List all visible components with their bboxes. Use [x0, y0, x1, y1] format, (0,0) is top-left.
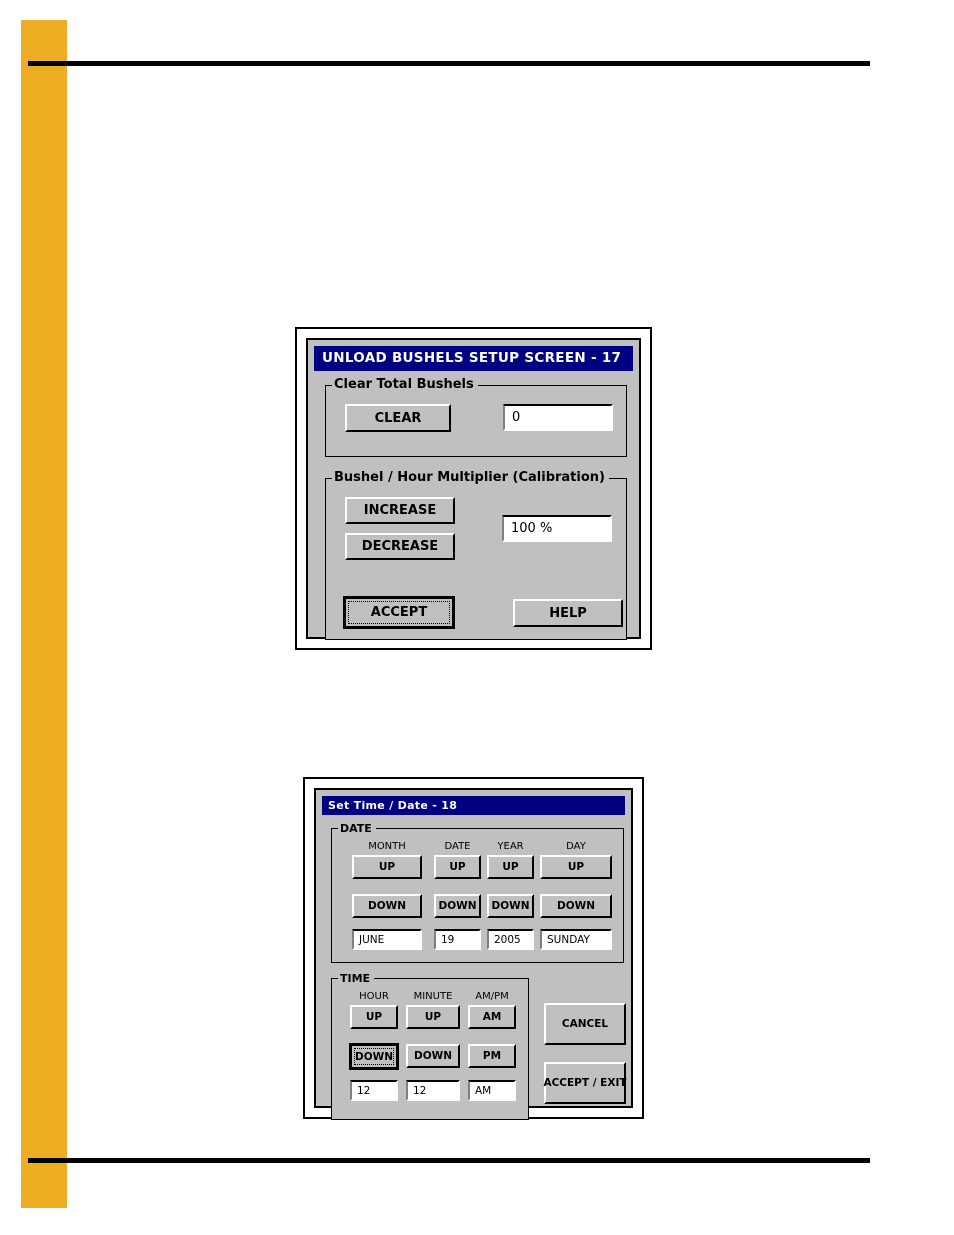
hour-down-label: DOWN — [354, 1050, 393, 1063]
pm-button[interactable]: PM — [468, 1044, 516, 1068]
hour-down-button[interactable]: DOWN — [349, 1043, 399, 1070]
time-date-screen-titlebar: Set Time / Date - 18 — [322, 796, 625, 815]
cancel-button[interactable]: CANCEL — [544, 1003, 626, 1045]
date-value: 19 — [441, 933, 455, 946]
help-button-label: HELP — [549, 605, 587, 621]
date-up-button[interactable]: UP — [434, 855, 481, 879]
ampm-caption: AM/PM — [475, 991, 509, 1002]
ampm-field[interactable]: AM — [468, 1080, 516, 1101]
time-date-screen-window: Set Time / Date - 18 DATE MONTH UP DOWN … — [314, 788, 633, 1120]
page-footer-rule — [28, 1158, 870, 1163]
day-field[interactable]: SUNDAY — [540, 929, 612, 950]
minute-field[interactable]: 12 — [406, 1080, 460, 1101]
page-header-rule — [28, 61, 870, 66]
year-up-button[interactable]: UP — [487, 855, 534, 879]
month-field[interactable]: JUNE — [352, 929, 422, 950]
total-bushels-value: 0 — [512, 410, 521, 425]
group-time: TIME HOUR UP DOWN 12 MINUTE UP DOWN 12 A… — [331, 972, 529, 1120]
am-button-label: AM — [482, 1011, 502, 1023]
year-value: 2005 — [494, 933, 521, 946]
unload-screen-titlebar: UNLOAD BUSHELS SETUP SCREEN - 17 — [314, 346, 633, 371]
month-up-label: UP — [378, 861, 396, 873]
am-button[interactable]: AM — [468, 1005, 516, 1029]
minute-down-label: DOWN — [413, 1050, 452, 1062]
time-date-screen-body: DATE MONTH UP DOWN JUNE DATE UP DOWN 19 … — [322, 815, 627, 1120]
minute-caption: MINUTE — [413, 991, 453, 1002]
group-date: DATE MONTH UP DOWN JUNE DATE UP DOWN 19 … — [331, 822, 624, 963]
month-up-button[interactable]: UP — [352, 855, 422, 879]
minute-up-label: UP — [424, 1011, 442, 1023]
clear-button[interactable]: CLEAR — [345, 404, 451, 432]
date-caption: DATE — [444, 841, 471, 852]
month-down-label: DOWN — [367, 900, 406, 912]
group-clear-total-bushels: Clear Total Bushels CLEAR 0 — [325, 377, 627, 457]
group-time-label: TIME — [338, 972, 375, 985]
year-down-label: DOWN — [491, 900, 530, 912]
multiplier-percent-value: 100 % — [511, 521, 553, 536]
hour-up-button[interactable]: UP — [350, 1005, 398, 1029]
decrease-button[interactable]: DECREASE — [345, 533, 455, 560]
hour-field[interactable]: 12 — [350, 1080, 398, 1101]
minute-up-button[interactable]: UP — [406, 1005, 460, 1029]
multiplier-percent-field[interactable]: 100 % — [502, 515, 612, 542]
year-field[interactable]: 2005 — [487, 929, 534, 950]
date-field[interactable]: 19 — [434, 929, 481, 950]
date-down-button[interactable]: DOWN — [434, 894, 481, 918]
year-caption: YEAR — [497, 841, 524, 852]
day-up-button[interactable]: UP — [540, 855, 612, 879]
pm-button-label: PM — [482, 1050, 502, 1062]
page-accent-sidebar — [21, 20, 67, 1208]
group-date-label: DATE — [338, 822, 376, 835]
month-caption: MONTH — [368, 841, 406, 852]
decrease-button-label: DECREASE — [361, 539, 439, 554]
help-button[interactable]: HELP — [513, 599, 623, 627]
hour-value: 12 — [357, 1084, 371, 1097]
total-bushels-field[interactable]: 0 — [503, 404, 613, 431]
day-down-label: DOWN — [556, 900, 595, 912]
unload-screen-body: Clear Total Bushels CLEAR 0 Bushel / Hou… — [314, 371, 633, 640]
ampm-value: AM — [475, 1084, 492, 1097]
unload-screen-window: UNLOAD BUSHELS SETUP SCREEN - 17 Clear T… — [306, 338, 641, 640]
year-down-button[interactable]: DOWN — [487, 894, 534, 918]
month-down-button[interactable]: DOWN — [352, 894, 422, 918]
figure-set-time-date-screen: Set Time / Date - 18 DATE MONTH UP DOWN … — [303, 777, 644, 1120]
group-clear-total-bushels-label: Clear Total Bushels — [332, 377, 478, 392]
cancel-button-label: CANCEL — [561, 1018, 609, 1030]
minute-down-button[interactable]: DOWN — [406, 1044, 460, 1068]
accept-button-label: ACCEPT — [370, 605, 428, 620]
day-up-label: UP — [567, 861, 585, 873]
increase-button[interactable]: INCREASE — [345, 497, 455, 524]
day-caption: DAY — [566, 841, 586, 852]
date-up-label: UP — [449, 861, 466, 873]
minute-value: 12 — [413, 1084, 427, 1097]
figure-unload-bushels-setup-screen: UNLOAD BUSHELS SETUP SCREEN - 17 Clear T… — [295, 327, 652, 650]
accept-exit-button-label: ACCEPT / EXIT — [543, 1077, 627, 1089]
month-value: JUNE — [359, 933, 385, 946]
increase-button-label: INCREASE — [363, 503, 437, 518]
year-up-label: UP — [502, 861, 519, 873]
group-bushel-hour-multiplier: Bushel / Hour Multiplier (Calibration) I… — [325, 470, 627, 640]
group-bushel-hour-multiplier-label: Bushel / Hour Multiplier (Calibration) — [332, 470, 609, 485]
clear-button-label: CLEAR — [374, 410, 422, 426]
date-down-label: DOWN — [438, 900, 477, 912]
hour-up-label: UP — [365, 1011, 383, 1023]
accept-exit-button[interactable]: ACCEPT / EXIT — [543, 1062, 627, 1104]
accept-button[interactable]: ACCEPT — [343, 596, 455, 629]
hour-caption: HOUR — [359, 991, 389, 1002]
day-down-button[interactable]: DOWN — [540, 894, 612, 918]
day-value: SUNDAY — [547, 933, 590, 946]
